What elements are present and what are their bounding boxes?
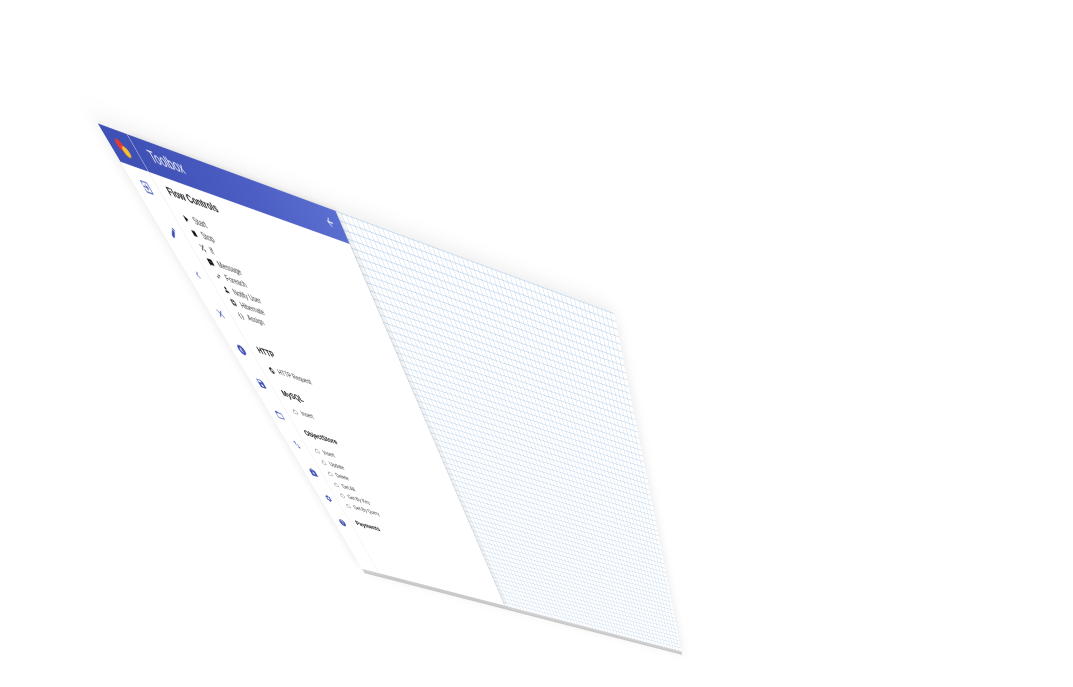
help-circle-icon bbox=[337, 517, 348, 527]
assign-icon bbox=[235, 310, 246, 321]
euro-icon bbox=[234, 342, 249, 357]
arrow-left-icon bbox=[323, 213, 338, 231]
user-icon bbox=[220, 284, 232, 296]
pencil-icon bbox=[164, 223, 182, 242]
flow-editor-app: Toolbox Flow Controls Start Stop If Mess… bbox=[98, 123, 682, 651]
cloud-icon bbox=[290, 407, 300, 416]
section-title: Payments bbox=[354, 519, 382, 533]
folder-icon bbox=[272, 408, 286, 421]
chevron-left-icon bbox=[189, 266, 206, 283]
floppy-disk-icon bbox=[254, 376, 268, 390]
import-icon bbox=[136, 177, 155, 197]
swap-vertical-icon bbox=[290, 438, 303, 450]
section-title: MySQL bbox=[279, 388, 306, 405]
shuffle-icon bbox=[196, 242, 208, 255]
perspective-stage: Toolbox Flow Controls Start Stop If Mess… bbox=[0, 0, 1073, 687]
medkit-icon bbox=[307, 466, 319, 477]
tool-label: HTTP Request bbox=[276, 368, 313, 387]
globe-icon bbox=[266, 365, 276, 375]
tool-mysql-insert[interactable]: Insert bbox=[289, 406, 316, 423]
swap-icon bbox=[212, 270, 224, 282]
play-icon bbox=[179, 212, 192, 225]
lifebuoy-icon bbox=[228, 297, 239, 309]
tool-label: Get By Query bbox=[352, 504, 381, 517]
close-icon bbox=[212, 305, 228, 321]
section-title: HTTP bbox=[254, 344, 303, 369]
gear-icon bbox=[322, 493, 334, 504]
message-icon bbox=[204, 256, 216, 268]
tool-http-request[interactable]: HTTP Request bbox=[266, 364, 315, 389]
tool-label: Insert bbox=[299, 410, 315, 421]
section-title: ObjectStore bbox=[302, 428, 344, 448]
stop-icon bbox=[188, 227, 201, 240]
